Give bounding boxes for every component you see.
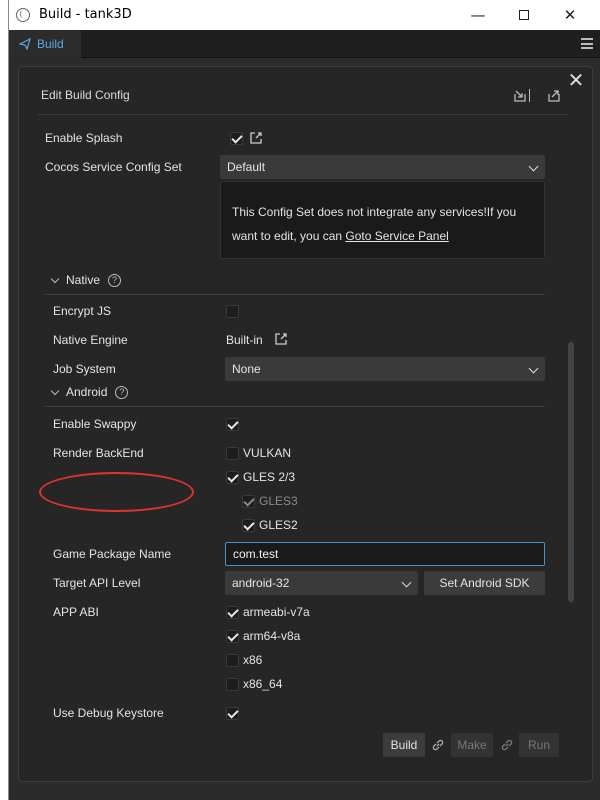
render-backend-label: Render BackEnd	[53, 446, 144, 460]
gles3-label: GLES3	[259, 494, 298, 508]
window-title: Build - tank3D	[39, 7, 132, 22]
chevron-down-icon	[50, 274, 60, 283]
minimize-button[interactable]: —	[455, 0, 501, 30]
enable-splash-checkbox[interactable]	[230, 132, 243, 145]
tab-build[interactable]: Build	[9, 30, 81, 58]
edit-icon[interactable]	[249, 131, 263, 145]
build-window: Build - tank3D — ✕ Build ✕ Edit Build Co…	[8, 0, 600, 800]
package-name-label: Game Package Name	[53, 547, 172, 561]
header-divider	[529, 89, 530, 102]
package-name-value: com.test	[233, 547, 279, 561]
android-section-label: Android	[66, 385, 108, 399]
enable-swappy-label: Enable Swappy	[53, 417, 137, 431]
help-icon[interactable]: ?	[115, 385, 129, 399]
gles2-label: GLES2	[259, 518, 298, 532]
enable-splash-label: Enable Splash	[45, 131, 123, 145]
link-icon	[432, 739, 444, 751]
service-notice-box: This Config Set does not integrate any s…	[220, 181, 545, 259]
service-config-label: Cocos Service Config Set	[45, 160, 182, 174]
gles23-checkbox[interactable]	[226, 471, 239, 484]
service-config-value: Default	[227, 160, 266, 174]
android-divider	[45, 406, 545, 407]
tab-build-label: Build	[37, 37, 64, 51]
help-icon[interactable]: ?	[108, 273, 122, 287]
close-icon: ✕	[563, 6, 577, 24]
app-abi-label: APP ABI	[53, 605, 99, 619]
screen: Build - tank3D — ✕ Build ✕ Edit Build Co…	[0, 0, 600, 800]
window-titlebar: Build - tank3D — ✕	[9, 0, 600, 30]
arm64-v8a-checkbox[interactable]	[226, 630, 239, 643]
annotation-ellipse	[39, 472, 194, 512]
native-engine-value: Built-in	[226, 333, 263, 347]
job-system-select[interactable]: None	[225, 357, 545, 381]
arm64-v8a-label: arm64-v8a	[243, 629, 301, 643]
dialog-header: Edit Build Config	[19, 67, 592, 117]
dialog-scrollbar[interactable]	[568, 342, 574, 602]
package-name-input[interactable]: com.test	[225, 542, 545, 566]
vulkan-checkbox[interactable]	[226, 447, 239, 460]
armeabi-v7a-checkbox[interactable]	[226, 606, 239, 619]
goto-service-panel-link[interactable]: Goto Service Panel	[345, 229, 448, 243]
link-icon	[501, 739, 513, 751]
gles2-checkbox[interactable]	[242, 519, 255, 532]
chevron-down-icon	[528, 161, 539, 172]
x86-label: x86	[243, 653, 263, 667]
edit-build-config-dialog: ✕ Edit Build Config Enable Splash Cocos …	[18, 66, 593, 782]
panel-tabbar: Build	[9, 30, 600, 58]
x86-64-label: x86_64	[243, 677, 283, 691]
job-system-label: Job System	[53, 362, 116, 376]
chevron-down-icon	[401, 577, 412, 588]
paper-plane-icon	[19, 38, 31, 50]
maximize-icon	[519, 10, 529, 20]
chevron-down-icon	[528, 363, 539, 374]
menu-icon[interactable]	[581, 38, 593, 49]
export-icon[interactable]	[547, 89, 561, 103]
enable-swappy-checkbox[interactable]	[226, 418, 239, 431]
set-android-sdk-button[interactable]: Set Android SDK	[424, 571, 545, 595]
maximize-button[interactable]	[501, 0, 547, 30]
target-api-select[interactable]: android-32	[225, 571, 418, 595]
dialog-title: Edit Build Config	[41, 88, 130, 102]
debug-keystore-checkbox[interactable]	[226, 707, 239, 720]
service-config-select[interactable]: Default	[220, 155, 545, 179]
edit-icon[interactable]	[274, 332, 288, 346]
android-section-header[interactable]: Android ?	[49, 385, 129, 399]
build-button[interactable]: Build	[383, 733, 425, 757]
run-button[interactable]: Run	[519, 733, 559, 757]
debug-keystore-label: Use Debug Keystore	[53, 706, 164, 720]
native-section-header[interactable]: Native ?	[49, 273, 122, 287]
x86-64-checkbox[interactable]	[226, 678, 239, 691]
make-button[interactable]: Make	[451, 733, 493, 757]
native-engine-label: Native Engine	[53, 333, 128, 347]
job-system-value: None	[232, 362, 261, 376]
cocos-app-icon	[16, 8, 30, 22]
encrypt-js-label: Encrypt JS	[53, 304, 112, 318]
gles3-checkbox[interactable]	[242, 495, 255, 508]
gles23-label: GLES 2/3	[243, 470, 296, 484]
target-api-value: android-32	[232, 576, 290, 590]
encrypt-js-checkbox[interactable]	[226, 305, 239, 318]
native-divider	[45, 294, 545, 295]
import-icon[interactable]	[513, 89, 527, 103]
armeabi-v7a-label: armeabi-v7a	[243, 605, 310, 619]
native-section-label: Native	[66, 273, 101, 287]
minimize-icon: —	[470, 6, 486, 24]
x86-checkbox[interactable]	[226, 654, 239, 667]
chevron-down-icon	[50, 386, 60, 395]
vulkan-label: VULKAN	[243, 446, 292, 460]
target-api-label: Target API Level	[53, 576, 141, 590]
window-close-button[interactable]: ✕	[547, 0, 593, 30]
header-divider-line	[38, 114, 568, 115]
